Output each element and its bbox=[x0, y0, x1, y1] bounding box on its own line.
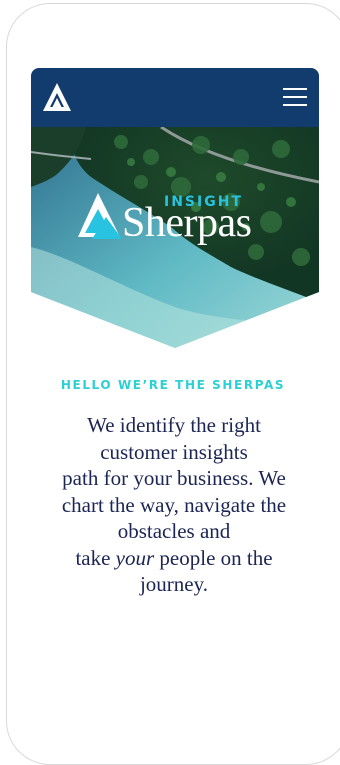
menu-bar bbox=[283, 96, 307, 98]
brand-sherpas-text: Sherpas bbox=[122, 200, 252, 246]
menu-bar bbox=[283, 104, 307, 106]
intro-line: customer insights bbox=[100, 439, 248, 464]
mountain-logo-icon[interactable] bbox=[42, 82, 72, 112]
sherpas-mountain-icon bbox=[78, 193, 122, 239]
intro-line: obstacles and bbox=[117, 519, 231, 543]
intro-paragraph: We identify the right customer insights … bbox=[50, 412, 298, 598]
intro-text: take bbox=[75, 545, 116, 570]
intro-line-emphasis: take your people on the bbox=[50, 545, 298, 572]
top-navbar bbox=[31, 68, 319, 127]
hamburger-menu-icon[interactable] bbox=[283, 87, 307, 107]
emphasis-your: your bbox=[115, 545, 155, 570]
intro-line: journey. bbox=[139, 572, 209, 596]
intro-line: path for your business. We bbox=[62, 466, 286, 490]
insight-sherpas-logo: INSIGHT Sherpas bbox=[78, 193, 278, 253]
menu-bar bbox=[283, 88, 307, 90]
intro-line: We identify the right bbox=[87, 413, 261, 437]
intro-tagline: HELLO WE’RE THE SHERPAS bbox=[60, 378, 286, 392]
hero-card: INSIGHT Sherpas bbox=[31, 68, 319, 348]
intro-line: chart the way, navigate the bbox=[61, 492, 287, 517]
intro-text: people on the bbox=[154, 545, 273, 570]
